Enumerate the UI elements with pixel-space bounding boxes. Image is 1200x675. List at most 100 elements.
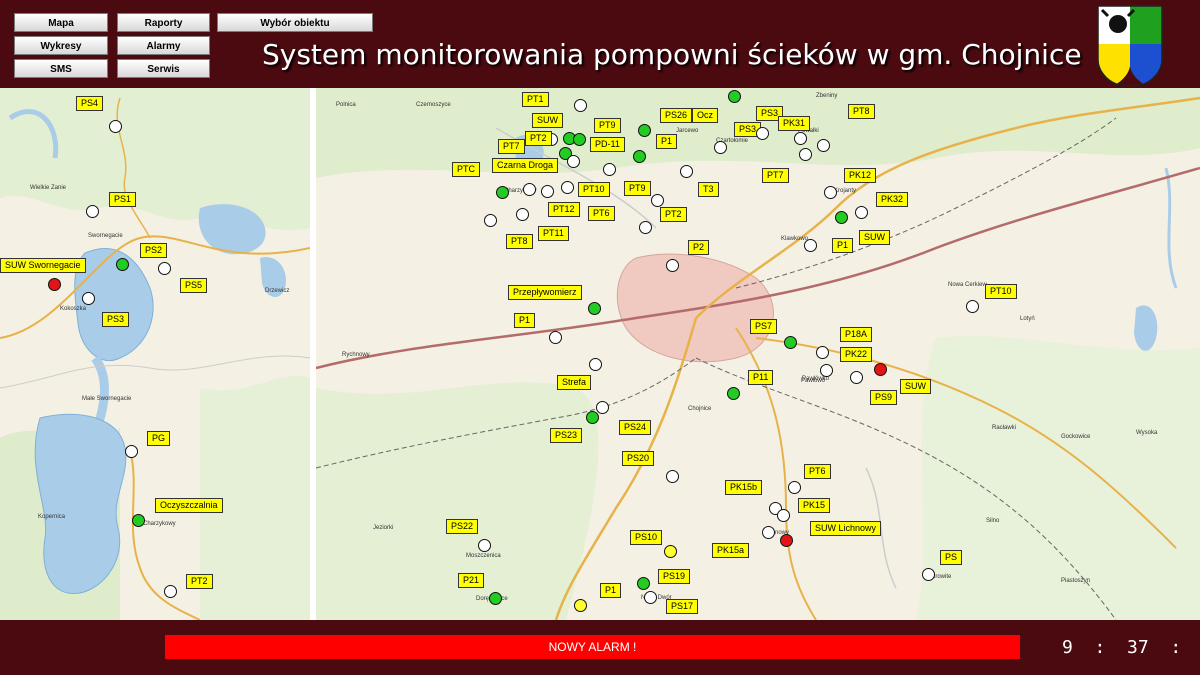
station-marker-white[interactable] [966, 300, 979, 313]
station-marker-white[interactable] [164, 585, 177, 598]
station-marker-white[interactable] [794, 132, 807, 145]
station-marker-white[interactable] [680, 165, 693, 178]
station-marker-green[interactable] [116, 258, 129, 271]
nav-raporty-button[interactable]: Raporty [117, 13, 210, 32]
station-marker-white[interactable] [561, 181, 574, 194]
station-marker-white[interactable] [666, 259, 679, 272]
station-marker-green[interactable] [784, 336, 797, 349]
nav-serwis-button[interactable]: Serwis [117, 59, 210, 78]
place-label: Wielkie Zanie [30, 185, 67, 191]
main-map-panel[interactable]: Charzykowy Chojnice Pawłówko Lichnowy Os… [316, 88, 1200, 620]
station-label: PS20 [622, 451, 655, 466]
station-label: PS2 [140, 243, 168, 258]
page-title: System monitorowania pompowni ścieków w … [262, 38, 1082, 71]
place-label: Wysoka [1136, 430, 1158, 436]
station-marker-green[interactable] [496, 186, 509, 199]
station-marker-white[interactable] [596, 401, 609, 414]
station-label: PK15 [798, 498, 831, 513]
station-marker-white[interactable] [478, 539, 491, 552]
station-marker-green[interactable] [573, 133, 586, 146]
station-marker-red[interactable] [48, 278, 61, 291]
station-marker-white[interactable] [82, 292, 95, 305]
station-marker-white[interactable] [850, 371, 863, 384]
station-marker-white[interactable] [516, 208, 529, 221]
station-label: Oczyszczalnia [155, 498, 223, 513]
station-marker-white[interactable] [484, 214, 497, 227]
station-label: SUW [900, 379, 931, 394]
nav-alarmy-button[interactable]: Alarmy [117, 36, 210, 55]
station-label: P1 [600, 583, 622, 598]
station-marker-red[interactable] [780, 534, 793, 547]
station-marker-white[interactable] [824, 186, 837, 199]
station-label: PS9 [870, 390, 898, 405]
station-marker-white[interactable] [567, 155, 580, 168]
station-marker-green[interactable] [489, 592, 502, 605]
station-marker-yellow[interactable] [664, 545, 677, 558]
station-marker-green[interactable] [132, 514, 145, 527]
station-marker-white[interactable] [714, 141, 727, 154]
place-label: Czernoszyce [416, 102, 451, 108]
station-marker-white[interactable] [589, 358, 602, 371]
station-marker-white[interactable] [762, 526, 775, 539]
station-label: PK31 [778, 116, 811, 131]
nav-sms-button[interactable]: SMS [14, 59, 108, 78]
station-marker-green[interactable] [633, 150, 646, 163]
station-label: P11 [748, 370, 774, 385]
station-label: PK15b [725, 480, 763, 495]
station-marker-white[interactable] [788, 481, 801, 494]
station-label: PS17 [666, 599, 699, 614]
station-marker-yellow[interactable] [574, 599, 587, 612]
station-marker-green[interactable] [728, 90, 741, 103]
station-label: Czarna Droga [492, 158, 559, 173]
station-marker-white[interactable] [777, 509, 790, 522]
station-marker-white[interactable] [86, 205, 99, 218]
station-label: T3 [698, 182, 719, 197]
station-marker-white[interactable] [109, 120, 122, 133]
place-label: Pawłowo [801, 378, 826, 384]
station-marker-green[interactable] [588, 302, 601, 315]
station-label: PT6 [588, 206, 615, 221]
station-label: PK12 [844, 168, 877, 183]
station-marker-white[interactable] [855, 206, 868, 219]
station-marker-white[interactable] [125, 445, 138, 458]
nav-wykresy-button[interactable]: Wykresy [14, 36, 108, 55]
station-label: P1 [656, 134, 678, 149]
station-marker-white[interactable] [523, 183, 536, 196]
station-label: SUW [859, 230, 890, 245]
station-marker-white[interactable] [804, 239, 817, 252]
station-marker-white[interactable] [549, 331, 562, 344]
station-label: PS5 [180, 278, 208, 293]
station-marker-green[interactable] [835, 211, 848, 224]
station-marker-green[interactable] [727, 387, 740, 400]
station-marker-white[interactable] [651, 194, 664, 207]
new-alarm-banner[interactable]: NOWY ALARM ! [165, 635, 1020, 659]
station-marker-green[interactable] [638, 124, 651, 137]
station-marker-white[interactable] [603, 163, 616, 176]
station-marker-green[interactable] [586, 411, 599, 424]
left-map-panel[interactable]: Swornegacie Małe Swornegacie Drzewicz Ko… [0, 88, 310, 620]
station-marker-white[interactable] [158, 262, 171, 275]
station-marker-white[interactable] [756, 127, 769, 140]
station-marker-red[interactable] [874, 363, 887, 376]
station-marker-white[interactable] [639, 221, 652, 234]
station-marker-white[interactable] [666, 470, 679, 483]
station-marker-green[interactable] [637, 577, 650, 590]
station-marker-white[interactable] [799, 148, 812, 161]
place-label: Gockowice [1061, 434, 1091, 440]
place-label: Rychnowy [342, 352, 370, 358]
station-marker-white[interactable] [820, 364, 833, 377]
station-marker-white[interactable] [574, 99, 587, 112]
station-marker-white[interactable] [817, 139, 830, 152]
place-label: Charzykowy [143, 521, 176, 527]
place-label: Piastoszyn [1061, 578, 1091, 584]
station-label: Strefa [557, 375, 592, 390]
station-label: PK22 [840, 347, 873, 362]
station-marker-white[interactable] [644, 591, 657, 604]
station-marker-white[interactable] [816, 346, 829, 359]
station-marker-white[interactable] [922, 568, 935, 581]
station-label: P1 [832, 238, 854, 253]
header-bar: Mapa Raporty Wybór obiektu Wykresy Alarm… [0, 0, 1200, 88]
nav-mapa-button[interactable]: Mapa [14, 13, 108, 32]
nav-wybor-obiektu-button[interactable]: Wybór obiektu [217, 13, 373, 32]
station-marker-white[interactable] [541, 185, 554, 198]
